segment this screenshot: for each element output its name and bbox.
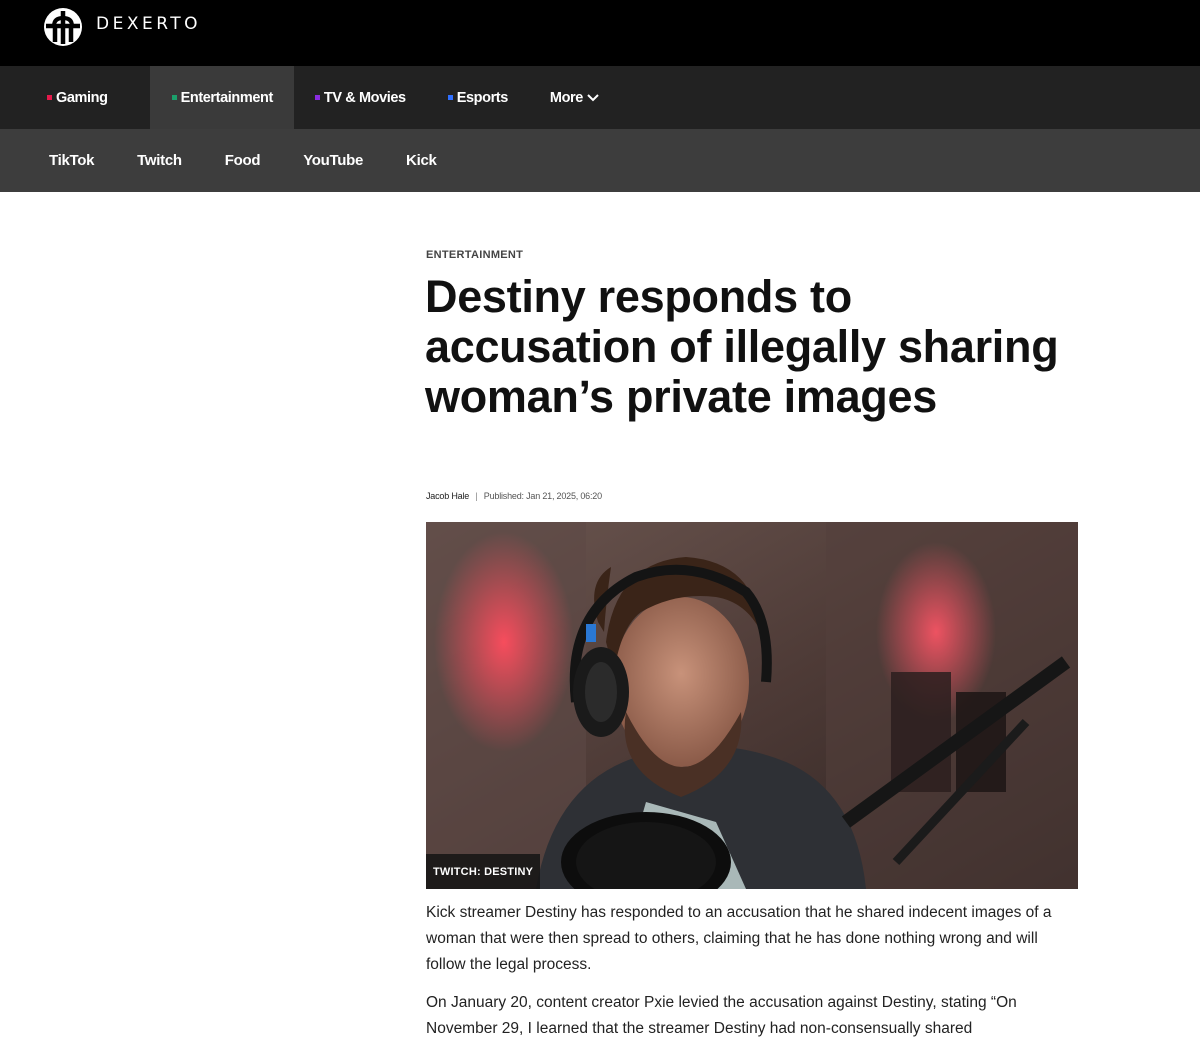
nav-item-more[interactable]: More — [529, 66, 621, 129]
nav-item-tv-movies[interactable]: TV & Movies — [294, 66, 427, 129]
category-dot — [171, 95, 177, 100]
article-category[interactable]: ENTERTAINMENT — [426, 249, 523, 261]
nav-item-label: More — [549, 89, 583, 106]
subnav-link-kick[interactable]: Kick — [406, 152, 437, 169]
article-body: Kick streamer Destiny has responded to a… — [426, 900, 1076, 1054]
nav-item-label: Gaming — [56, 89, 108, 106]
site-header: DEXERTO — [0, 0, 1200, 66]
byline-separator: | — [475, 491, 478, 501]
chevron-down-icon — [587, 93, 599, 101]
category-dot — [47, 95, 52, 100]
author-name[interactable]: Jacob Hale — [426, 491, 469, 501]
article-title: Destiny responds to accusation of illega… — [425, 271, 1059, 422]
streamer-photo — [426, 522, 1078, 889]
subnav-link-youtube[interactable]: YouTube — [303, 152, 363, 169]
subnav-link-tiktok[interactable]: TikTok — [49, 152, 94, 169]
article-byline: Jacob Hale | Published: Jan 21, 2025, 06… — [426, 491, 602, 501]
nav-item-label: TV & Movies — [323, 89, 406, 106]
nav-item-label: Entertainment — [180, 89, 274, 106]
article-paragraph: On January 20, content creator Pxie levi… — [426, 994, 1017, 1037]
category-dot — [447, 95, 453, 100]
dexerto-logo-icon[interactable] — [42, 6, 84, 48]
category-dot — [314, 95, 320, 100]
hero-image: TWITCH: DESTINY — [426, 522, 1078, 889]
brand-name[interactable]: DEXERTO — [96, 14, 201, 34]
publish-date: Published: Jan 21, 2025, 06:20 — [483, 491, 602, 501]
nav-item-entertainment[interactable]: Entertainment — [149, 66, 294, 129]
subnav-link-twitch[interactable]: Twitch — [137, 152, 182, 169]
primary-nav: Gaming Entertainment TV & Movies Esports… — [0, 66, 1200, 129]
image-credit: TWITCH: DESTINY — [426, 854, 541, 889]
subnav-link-food[interactable]: Food — [225, 152, 261, 169]
secondary-nav: TikTok Twitch Food YouTube Kick — [0, 129, 1200, 192]
nav-item-esports[interactable]: Esports — [427, 66, 529, 129]
article-paragraph: Kick streamer Destiny has responded to a… — [426, 904, 1052, 973]
nav-item-gaming[interactable]: Gaming — [0, 66, 129, 129]
nav-item-label: Esports — [456, 89, 509, 106]
